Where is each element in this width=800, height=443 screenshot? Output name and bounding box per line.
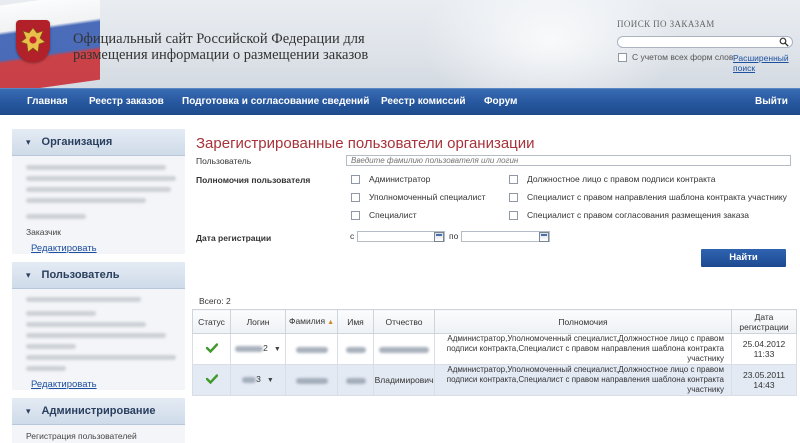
row-menu-icon[interactable]: ▼ — [274, 346, 281, 353]
perm-checkbox[interactable] — [509, 174, 518, 184]
admin-panel-title: Администрирование — [41, 405, 156, 417]
nav-separator: - — [364, 96, 368, 107]
site-title[interactable]: Официальный сайт Российской Федерации дл… — [73, 31, 433, 63]
collapse-icon: ▾ — [26, 405, 31, 416]
main-nav: Главная Реестр заказов Подготовка и согл… — [0, 88, 800, 115]
magnifier-icon — [779, 37, 789, 47]
row-menu-icon[interactable]: ▼ — [267, 377, 274, 384]
total-count: Всего: 2 — [199, 296, 231, 306]
find-button[interactable]: Найти — [701, 249, 786, 267]
col-firstname[interactable]: Имя — [337, 309, 374, 334]
search-input[interactable] — [617, 36, 793, 48]
col-lastname[interactable]: Фамилия ▲ — [285, 309, 338, 334]
user-filter-label: Пользователь — [196, 156, 252, 166]
sort-asc-icon: ▲ — [327, 318, 335, 326]
checkmark-icon — [205, 343, 218, 353]
lastname-cell — [285, 333, 338, 365]
calendar-icon[interactable] — [539, 232, 549, 242]
firstname-cell — [337, 333, 374, 365]
user-search-field[interactable] — [346, 155, 791, 166]
org-panel-header[interactable]: ▾ Организация — [12, 129, 185, 156]
nav-home[interactable]: Главная — [27, 89, 68, 115]
perm-signing-official[interactable]: Должностное лицо с правом подписи контра… — [509, 174, 715, 184]
all-forms-option[interactable]: С учетом всех форм слов — [618, 52, 733, 62]
users-table: Статус Логин Фамилия ▲ Имя Отчество Полно… — [192, 309, 797, 396]
login-cell[interactable]: 2 ▼ — [230, 333, 286, 365]
user-panel: ▾ Пользователь Редактировать — [12, 262, 185, 390]
user-edit-link[interactable]: Редактировать — [31, 379, 97, 390]
search-button[interactable] — [777, 36, 791, 48]
patronymic-cell: Владимирович — [373, 364, 435, 396]
org-inn-redacted — [26, 214, 86, 219]
coat-of-arms-icon[interactable] — [16, 20, 50, 62]
org-panel-title: Организация — [41, 136, 113, 148]
collapse-icon: ▾ — [26, 269, 31, 280]
user-panel-title: Пользователь — [41, 269, 120, 281]
admin-panel-header[interactable]: ▾ Администрирование — [12, 398, 185, 425]
date-cell: 25.04.2012 11:33 — [731, 333, 797, 365]
nav-commissions-registry[interactable]: Реестр комиссий — [381, 89, 466, 115]
collapse-icon: ▾ — [26, 136, 31, 147]
date-to-label: по — [449, 231, 459, 241]
status-cell — [192, 333, 231, 365]
permissions-cell: Администратор,Уполномоченный специалист,… — [434, 364, 732, 396]
table-row[interactable]: 3 ▼ Владимирович Администратор,Уполномоче… — [192, 364, 797, 396]
perm-checkbox[interactable] — [351, 192, 360, 202]
login-cell[interactable]: 3 ▼ — [230, 364, 286, 396]
nav-prepare-info[interactable]: Подготовка и согласование сведений — [182, 89, 369, 115]
patronymic-cell — [373, 333, 435, 365]
nav-forum[interactable]: Форум — [484, 89, 517, 115]
perm-order-approver[interactable]: Специалист с правом согласования размеще… — [509, 210, 749, 220]
user-panel-header[interactable]: ▾ Пользователь — [12, 262, 185, 289]
reg-date-label: Дата регистрации — [196, 233, 272, 243]
org-name-redacted — [26, 165, 166, 170]
status-cell — [192, 364, 231, 396]
perm-checkbox[interactable] — [351, 210, 360, 220]
org-panel: ▾ Организация Заказчик Редактировать — [12, 129, 185, 254]
checkmark-icon — [205, 374, 218, 384]
org-role: Заказчик — [26, 227, 61, 237]
nav-orders-registry[interactable]: Реестр заказов — [89, 89, 164, 115]
perm-checkbox[interactable] — [509, 210, 518, 220]
col-permissions[interactable]: Полномочия — [434, 309, 732, 334]
date-to-input[interactable] — [461, 231, 550, 242]
permissions-label: Полномочия пользователя — [196, 175, 311, 185]
calendar-icon[interactable] — [434, 232, 444, 242]
col-reg-date[interactable]: Дата регистрации — [731, 309, 797, 334]
col-status[interactable]: Статус — [192, 309, 231, 334]
permissions-cell: Администратор,Уполномоченный специалист,… — [434, 333, 732, 365]
perm-authorized-specialist[interactable]: Уполномоченный специалист — [351, 192, 485, 202]
site-header: Официальный сайт Российской Федерации дл… — [0, 0, 800, 88]
date-from-input[interactable] — [357, 231, 445, 242]
org-edit-link[interactable]: Редактировать — [31, 243, 97, 254]
perm-checkbox[interactable] — [351, 174, 360, 184]
all-forms-label: С учетом всех форм слов — [632, 52, 734, 62]
all-forms-checkbox[interactable] — [618, 52, 627, 62]
page-title: Зарегистрированные пользователи организа… — [196, 135, 535, 152]
search-label: ПОИСК ПО ЗАКАЗАМ — [617, 19, 715, 29]
lastname-cell — [285, 364, 338, 396]
admin-item-register-users[interactable]: Регистрация пользователей — [26, 431, 185, 441]
perm-specialist[interactable]: Специалист — [351, 210, 417, 220]
date-cell: 23.05.2011 14:43 — [731, 364, 797, 396]
date-from-label: с — [350, 231, 355, 241]
firstname-cell — [337, 364, 374, 396]
perm-administrator[interactable]: Администратор — [351, 174, 430, 184]
col-patronymic[interactable]: Отчество — [373, 309, 435, 334]
user-name-redacted — [26, 297, 141, 302]
perm-template-sender[interactable]: Специалист с правом направления шаблона … — [509, 192, 787, 202]
col-login[interactable]: Логин — [230, 309, 286, 334]
admin-panel: ▾ Администрирование Регистрация пользова… — [12, 398, 185, 443]
nav-logout[interactable]: Выйти — [755, 89, 788, 115]
table-row[interactable]: 2 ▼ Администратор,Уполномоченный специали… — [192, 333, 797, 365]
perm-checkbox[interactable] — [509, 192, 518, 202]
advanced-search-link[interactable]: Расширенный поиск — [733, 53, 800, 73]
